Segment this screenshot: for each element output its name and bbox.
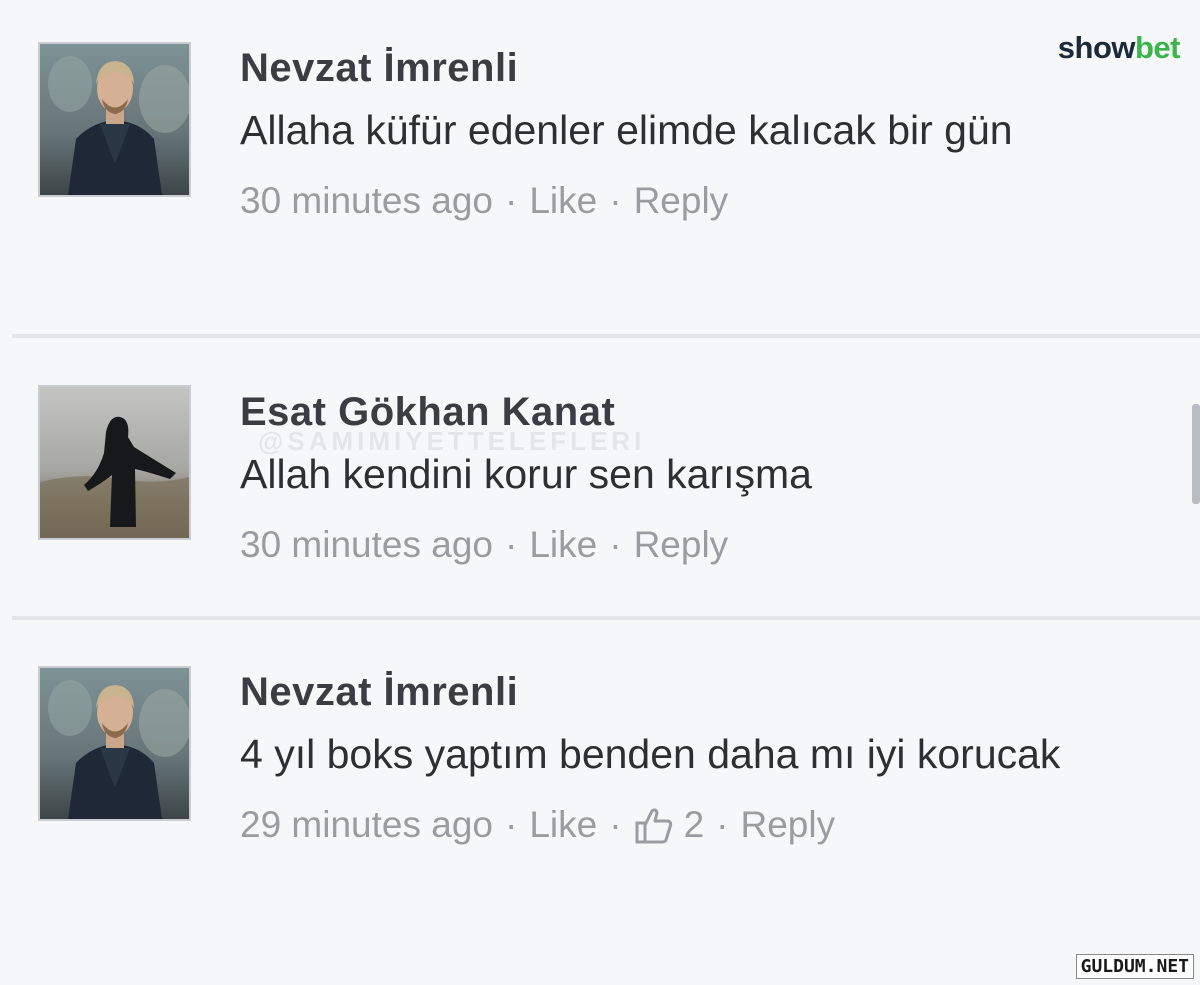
logo-part: show (1057, 30, 1136, 65)
comment-thread: Nevzat İmrenli Allaha küfür edenler elim… (0, 0, 1200, 985)
divider (12, 616, 1200, 620)
separator: · (609, 180, 622, 221)
comment: Nevzat İmrenli 4 yıl boks yaptım benden … (0, 622, 1200, 985)
like-link[interactable]: Like (529, 800, 597, 850)
comment-body: Nevzat İmrenli 4 yıl boks yaptım benden … (240, 666, 1160, 850)
logo-part: bet (1135, 30, 1181, 65)
comment-meta: 30 minutes ago · Like · Reply (240, 176, 1160, 226)
scrollbar[interactable] (1192, 404, 1200, 504)
reply-link[interactable]: Reply (634, 520, 729, 570)
separator: · (609, 804, 622, 845)
showbet-logo: showbet (1057, 30, 1181, 66)
like-link[interactable]: Like (529, 520, 597, 570)
avatar-photo (40, 44, 189, 195)
comment-text: Allaha küfür edenler elimde kalıcak bir … (240, 107, 1013, 153)
like-count[interactable]: 2 (684, 800, 705, 850)
separator: · (505, 804, 518, 845)
comment-timestamp[interactable]: 30 minutes ago (240, 176, 493, 226)
avatar-photo (40, 668, 189, 819)
separator: · (505, 524, 518, 565)
comment: Esat Gökhan Kanat Allah kendini korur se… (0, 340, 1200, 618)
comment-author[interactable]: Nevzat İmrenli (240, 42, 1160, 94)
comment-timestamp[interactable]: 30 minutes ago (240, 520, 493, 570)
comment-body: Nevzat İmrenli Allaha küfür edenler elim… (240, 42, 1160, 226)
reply-link[interactable]: Reply (740, 800, 835, 850)
comment-text: 4 yıl boks yaptım benden daha mı iyi kor… (240, 731, 1061, 777)
site-watermark: GULDUM.NET (1075, 954, 1194, 979)
comment-meta: 30 minutes ago · Like · Reply (240, 520, 1160, 570)
comment-timestamp[interactable]: 29 minutes ago (240, 800, 493, 850)
watermark: @SAMIMIYETTELEFLERI (258, 426, 646, 456)
avatar[interactable] (38, 385, 191, 540)
separator: · (505, 180, 518, 221)
thumbs-up-icon (634, 805, 674, 845)
separator: · (716, 804, 729, 845)
divider (12, 334, 1200, 338)
comment: Nevzat İmrenli Allaha küfür edenler elim… (0, 0, 1200, 336)
avatar[interactable] (38, 666, 191, 821)
avatar[interactable] (38, 42, 191, 197)
comment-body: Esat Gökhan Kanat Allah kendini korur se… (240, 386, 1160, 570)
comment-author[interactable]: Nevzat İmrenli (240, 666, 1160, 718)
comment-meta: 29 minutes ago · Like · 2 · Reply (240, 800, 1160, 850)
separator: · (609, 524, 622, 565)
like-link[interactable]: Like (529, 176, 597, 226)
avatar-photo (40, 387, 189, 538)
reply-link[interactable]: Reply (634, 176, 729, 226)
